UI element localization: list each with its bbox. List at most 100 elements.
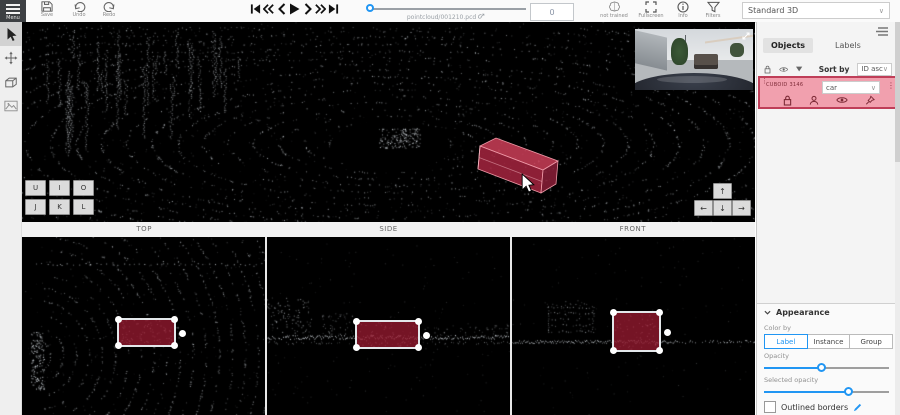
resize-handle[interactable]	[171, 342, 178, 349]
timeline-handle[interactable]	[366, 4, 374, 12]
save-button[interactable]: Save	[32, 1, 62, 18]
skip-start-button[interactable]	[250, 2, 261, 15]
resize-handle[interactable]	[171, 316, 178, 323]
view-mode-select[interactable]: Standard 3D ∨	[742, 2, 890, 19]
opacity-slider-handle[interactable]	[817, 363, 826, 372]
front-view-label: FRONT	[511, 222, 755, 237]
fast-backward-button[interactable]	[263, 2, 274, 15]
arrow-down-button[interactable]: ↓	[713, 200, 732, 216]
resize-handle[interactable]	[115, 316, 122, 323]
resize-handle[interactable]	[115, 342, 122, 349]
color-by-group-button[interactable]: Group	[849, 334, 893, 349]
outlined-borders-row: Outlined borders	[764, 401, 893, 413]
resize-handle[interactable]	[610, 309, 617, 316]
color-by-label-button[interactable]: Label	[764, 334, 808, 349]
arrow-right-button[interactable]: →	[732, 200, 751, 216]
color-by-buttons: Label Instance Group	[764, 334, 893, 349]
cuboid-annotation-top[interactable]	[117, 318, 176, 347]
key-i-button[interactable]: I	[49, 180, 70, 196]
opacity-slider[interactable]	[764, 362, 893, 373]
object-class-select[interactable]: car ∨	[822, 81, 880, 94]
resize-handle[interactable]	[353, 318, 360, 325]
top-view-label: TOP	[22, 222, 266, 237]
frame-number-input[interactable]	[530, 3, 574, 21]
edit-pencil-icon[interactable]	[853, 403, 862, 412]
rotate-handle[interactable]	[664, 329, 671, 336]
object-list-item-selected[interactable]: ⋮ CUBOID 3146 car ∨ ⋮	[758, 76, 899, 109]
resize-handle[interactable]	[656, 347, 663, 354]
side-view[interactable]	[267, 237, 510, 415]
eye-icon[interactable]	[836, 95, 848, 105]
menu-button[interactable]: Menu	[0, 0, 26, 22]
key-u-button[interactable]: U	[25, 180, 46, 196]
panel-menu-icon[interactable]	[875, 26, 889, 37]
previous-frame-button[interactable]	[276, 2, 287, 15]
key-l-button[interactable]: L	[73, 199, 94, 215]
lock-icon[interactable]	[783, 95, 792, 106]
fullscreen-button[interactable]: Fullscreen	[636, 1, 666, 19]
next-frame-button[interactable]	[302, 2, 313, 15]
object-menu-icon[interactable]: ⋮	[887, 81, 895, 90]
redo-button[interactable]: Redo	[94, 1, 124, 18]
undo-button[interactable]: Undo	[64, 1, 94, 18]
app-root: Menu Save Undo Redo pointcloud/001210.p	[0, 0, 900, 415]
side-view-label: SIDE	[266, 222, 510, 237]
pan-tool-button[interactable]	[0, 46, 22, 70]
resize-handle[interactable]	[610, 347, 617, 354]
link-icon	[478, 13, 485, 20]
pin-icon[interactable]	[865, 95, 875, 106]
selected-opacity-slider[interactable]	[764, 386, 893, 397]
timeline-track[interactable]	[370, 8, 526, 10]
play-button[interactable]	[289, 2, 300, 15]
top-toolbar: Menu Save Undo Redo pointcloud/001210.p	[0, 0, 900, 23]
filters-button[interactable]: Filters	[698, 1, 728, 19]
fast-forward-button[interactable]	[315, 2, 326, 15]
key-o-button[interactable]: O	[73, 180, 94, 196]
cuboid-tool-button[interactable]	[0, 70, 22, 94]
key-j-button[interactable]: J	[25, 199, 46, 215]
panel-tabs: Objects Labels	[763, 38, 869, 53]
tab-labels[interactable]: Labels	[827, 38, 869, 53]
front-view[interactable]	[512, 237, 755, 415]
camera-thumbnail[interactable]	[635, 29, 753, 90]
panel-scrollbar[interactable]	[895, 22, 900, 415]
not-trained-button[interactable]: not trained	[598, 1, 630, 19]
expand-icon[interactable]	[741, 31, 751, 41]
playback-controls	[250, 2, 339, 15]
resize-handle[interactable]	[353, 344, 360, 351]
cuboid-annotation-side[interactable]	[355, 320, 420, 349]
resize-handle[interactable]	[656, 309, 663, 316]
info-icon	[677, 1, 689, 13]
selected-opacity-slider-handle[interactable]	[844, 387, 853, 396]
selected-opacity-slider-fill	[764, 391, 849, 393]
caret-down-icon[interactable]	[796, 66, 802, 72]
main-3d-view[interactable]: U I O J K L ↑ ← ↓ →	[22, 22, 755, 222]
person-icon[interactable]	[809, 95, 819, 106]
panel-scrollbar-thumb[interactable]	[895, 22, 900, 162]
appearance-header[interactable]: Appearance	[757, 304, 900, 321]
lock-icon[interactable]	[764, 64, 771, 75]
select-tool-button[interactable]	[0, 22, 22, 46]
brain-icon	[608, 1, 621, 13]
appearance-section: Appearance Color by Label Instance Group…	[757, 303, 900, 415]
sort-select[interactable]: ID asc... ∨	[857, 63, 892, 76]
eye-icon[interactable]	[779, 65, 788, 74]
cursor-icon	[5, 27, 18, 42]
color-by-instance-button[interactable]: Instance	[807, 334, 851, 349]
arrow-up-button[interactable]: ↑	[713, 183, 732, 199]
tab-objects[interactable]: Objects	[763, 38, 813, 53]
resize-handle[interactable]	[415, 318, 422, 325]
move-icon	[4, 51, 18, 65]
resize-handle[interactable]	[415, 344, 422, 351]
fullscreen-icon	[645, 1, 657, 13]
key-k-button[interactable]: K	[49, 199, 70, 215]
top-view[interactable]	[22, 237, 265, 415]
outlined-borders-checkbox[interactable]	[764, 401, 776, 413]
cuboid-annotation-front[interactable]	[612, 311, 661, 352]
arrow-left-button[interactable]: ←	[694, 200, 713, 216]
rotate-handle[interactable]	[179, 330, 186, 337]
rotate-handle[interactable]	[423, 332, 430, 339]
info-button[interactable]: Info	[668, 1, 698, 19]
image-tool-button[interactable]	[0, 94, 22, 118]
skip-end-button[interactable]	[328, 2, 339, 15]
